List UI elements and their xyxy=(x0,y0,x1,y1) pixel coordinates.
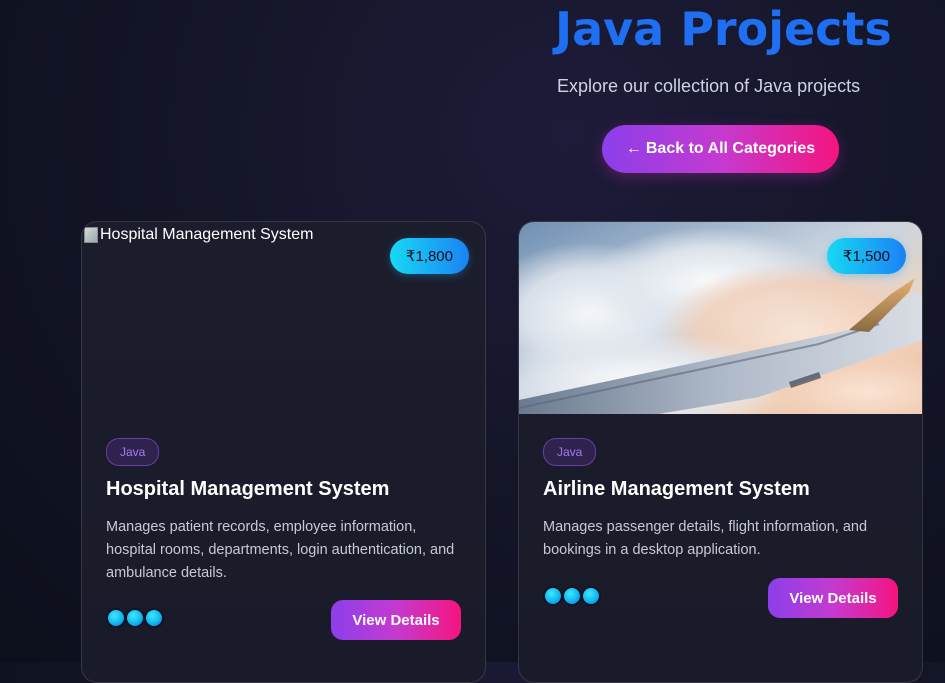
price-badge: ₹1,500 xyxy=(826,238,906,274)
back-button-label: Back to All Categories xyxy=(645,140,816,157)
tech-dot-icon xyxy=(543,586,563,606)
broken-image-icon xyxy=(84,227,98,243)
tech-dot-icon xyxy=(125,608,145,628)
language-tag: Java xyxy=(106,438,160,466)
broken-image-alt: Hospital Management System xyxy=(84,226,313,244)
back-to-categories-button[interactable]: ← Back to All Categories xyxy=(602,125,839,173)
project-description: Manages patient records, employee inform… xyxy=(106,519,455,581)
project-card-hospital: Hospital Management System ₹1,800 Java H… xyxy=(81,221,486,683)
tech-dots xyxy=(106,608,164,628)
language-tag: Java xyxy=(543,438,597,466)
view-details-button[interactable]: View Details xyxy=(768,578,898,618)
project-title: Airline Management System xyxy=(543,478,810,500)
page-title: Java Projects xyxy=(555,2,892,56)
page-subtitle: Explore our collection of Java projects xyxy=(557,76,861,96)
tech-dot-icon xyxy=(106,608,126,628)
arrow-left-icon: ← xyxy=(625,140,642,157)
tech-dot-icon xyxy=(144,608,164,628)
project-card-airline: ₹1,500 Java Airline Management System Ma… xyxy=(518,221,923,683)
tech-dot-icon xyxy=(581,586,601,606)
project-title: Hospital Management System xyxy=(106,478,390,500)
view-details-button[interactable]: View Details xyxy=(331,600,461,640)
project-description: Manages passenger details, flight inform… xyxy=(543,519,868,558)
tech-dot-icon xyxy=(562,586,582,606)
price-badge: ₹1,800 xyxy=(389,238,469,274)
image-alt-text: Hospital Management System xyxy=(100,226,314,243)
tech-dots xyxy=(543,586,601,606)
